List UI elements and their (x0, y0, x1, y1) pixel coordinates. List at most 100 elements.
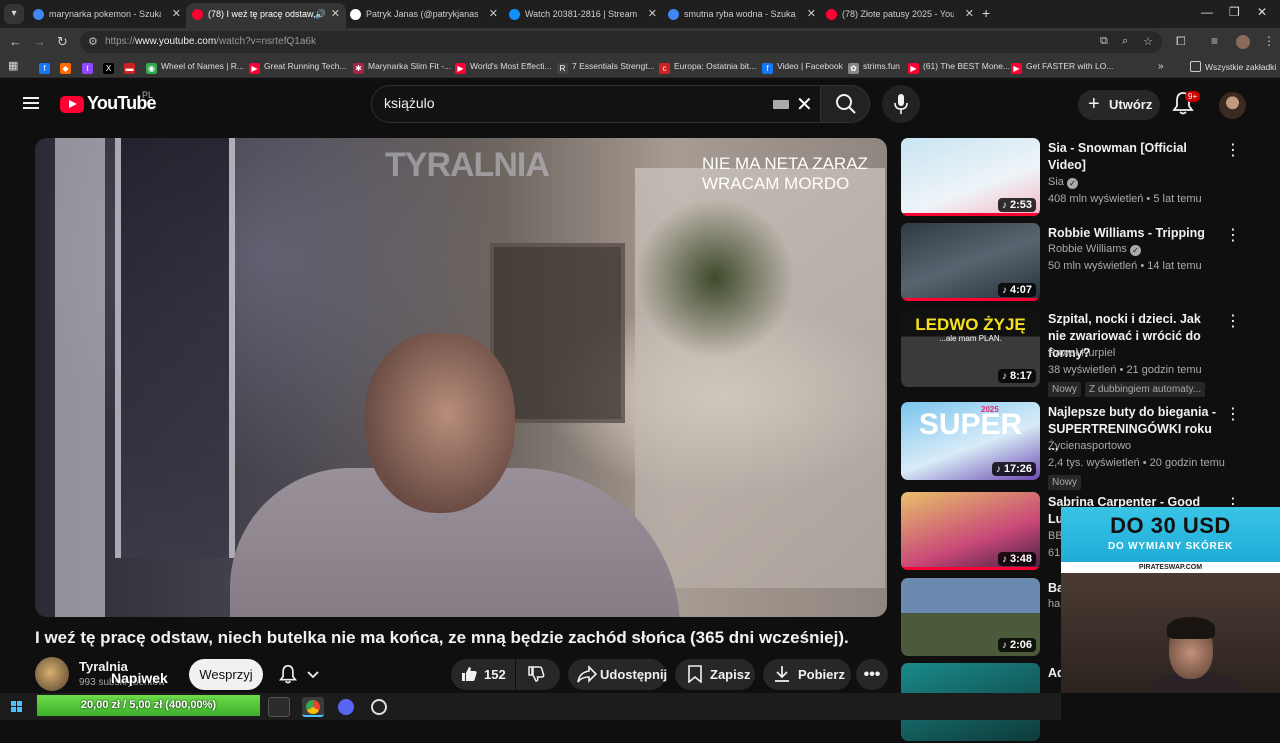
video-thumbnail[interactable]: LEDWO ŻYJĘ ...ale mam PLAN. ♪ 8:17 (901, 309, 1040, 387)
related-video-stats: 2,4 tys. wyświetleń • 20 godzin temu (1048, 457, 1225, 469)
bookmark-item[interactable]: ▬ (124, 61, 139, 74)
bookmark-item[interactable]: t (82, 61, 97, 74)
media-control-icon[interactable]: ≡ (1211, 34, 1218, 48)
related-video-card[interactable]: ♪ 4:07 Robbie Williams - Tripping Robbie Wi… (901, 223, 1280, 303)
subscription-bell-button[interactable] (271, 659, 331, 690)
browser-tab[interactable]: marynarka pokemon - Szukaj w ✕ (27, 3, 187, 28)
browser-tab[interactable]: (78) I weź tę pracę odstaw, 🔊 ✕ (186, 3, 346, 28)
browser-menu-icon[interactable]: ⋮ (1263, 34, 1275, 48)
create-button[interactable]: + Utwórz (1078, 90, 1160, 120)
restore-icon[interactable]: ❐ (1229, 5, 1240, 19)
back-icon[interactable]: ← (9, 34, 22, 49)
more-vertical-icon[interactable]: ⋮ (1225, 140, 1241, 160)
url-text[interactable]: https://www.youtube.com/watch?v=nsrtefQ1… (105, 36, 316, 47)
video-thumbnail[interactable]: ♪ 2:06 (901, 578, 1040, 656)
bookmark-item[interactable]: f Video | Facebook (762, 61, 843, 74)
related-video-card[interactable]: LEDWO ŻYJĘ ...ale mam PLAN. ♪ 8:17 Szpital, … (901, 309, 1280, 397)
bookmark-star-icon[interactable]: ☆ (1143, 35, 1153, 48)
channel-avatar[interactable] (35, 657, 69, 691)
search-input[interactable] (384, 95, 764, 111)
windows-start-icon[interactable] (11, 701, 22, 712)
tab-close-icon[interactable]: ✕ (648, 3, 657, 25)
obs-app-icon[interactable] (368, 697, 390, 717)
reload-icon[interactable]: ↻ (57, 34, 68, 50)
video-thumbnail[interactable]: ♪ 4:07 (901, 223, 1040, 301)
video-player[interactable]: TYRALNIA NIE MA NETA ZARAZ WRACAM MORDO (35, 138, 887, 617)
like-button[interactable]: 152 (451, 659, 515, 690)
bookmark-item[interactable]: ▶ Great Running Tech... (249, 61, 347, 74)
tab-close-icon[interactable]: ✕ (489, 3, 498, 25)
bookmark-item[interactable]: ✱ Marynarka Slim Fit -... (353, 61, 451, 74)
related-video-channel[interactable]: Paweł Kurpiel (1048, 347, 1115, 359)
thumbs-up-icon (462, 667, 477, 681)
install-app-icon[interactable]: ⧉ (1100, 35, 1108, 48)
search-icon (836, 94, 856, 114)
save-button[interactable]: Zapisz (675, 659, 755, 690)
more-bookmarks-icon[interactable]: » (1158, 61, 1164, 72)
keyboard-icon[interactable] (773, 100, 789, 109)
all-bookmarks-folder[interactable]: Wszystkie zakładki (1190, 61, 1276, 72)
tab-search-button[interactable]: ▾ (4, 4, 24, 24)
zoom-icon[interactable]: ⌕ (1122, 35, 1128, 48)
apps-grid-icon[interactable]: ▦ (8, 59, 18, 72)
close-window-icon[interactable]: ✕ (1257, 5, 1267, 19)
related-video-title[interactable]: Sia - Snowman [Official Video] (1048, 140, 1218, 174)
video-thumbnail[interactable]: SUPER 2025 ♪ 17:26 (901, 402, 1040, 480)
tab-close-icon[interactable]: ✕ (172, 3, 181, 25)
more-actions-button[interactable]: ••• (856, 659, 888, 690)
browser-tab[interactable]: (78) Złote patusy 2025 - YouTu ✕ (820, 3, 980, 28)
more-vertical-icon[interactable]: ⋮ (1225, 225, 1241, 245)
account-avatar[interactable] (1219, 92, 1246, 119)
share-button[interactable]: Udostępnij (568, 659, 667, 690)
bookmark-item[interactable]: ◉ Wheel of Names | R... (146, 61, 244, 74)
clear-search-icon[interactable]: ✕ (796, 92, 813, 117)
discord-app-icon[interactable] (335, 697, 357, 717)
tab-audio-icon[interactable]: 🔊 (315, 3, 326, 25)
bookmark-favicon-icon: ◆ (60, 63, 71, 74)
profile-avatar[interactable] (1236, 35, 1250, 49)
video-thumbnail[interactable]: ♪ 2:53 (901, 138, 1040, 216)
related-video-card[interactable]: ♪ 2:53 Sia - Snowman [Official Video] Sia ✓… (901, 138, 1280, 218)
support-button[interactable]: Wesprzyj (189, 659, 263, 690)
extensions-icon[interactable]: ⧠ (1176, 34, 1186, 49)
new-tab-button[interactable]: + (982, 5, 990, 21)
voice-search-button[interactable] (882, 85, 920, 123)
tab-close-icon[interactable]: ✕ (807, 3, 816, 25)
terminal-app-icon[interactable] (268, 697, 290, 717)
bookmarks-bar: ▦ f ◆ t X ▬ ◉ Wheel of Names | R... ▶ Great Runn… (0, 56, 1280, 78)
minimize-icon[interactable]: — (1201, 5, 1213, 19)
more-vertical-icon[interactable]: ⋮ (1225, 311, 1241, 331)
browser-tab[interactable]: Patryk Janas (@patrykjanasoffic ✕ (344, 3, 504, 28)
address-bar[interactable]: ⚙ https://www.youtube.com/watch?v=nsrtef… (80, 31, 1162, 53)
tab-close-icon[interactable]: ✕ (965, 3, 974, 25)
tab-close-icon[interactable]: ✕ (331, 3, 340, 25)
forward-icon[interactable]: → (33, 34, 46, 49)
bookmark-item[interactable]: X (103, 61, 118, 74)
related-video-title[interactable]: Robbie Williams - Tripping (1048, 225, 1218, 242)
bookmark-item[interactable]: ◆ (60, 61, 75, 74)
site-info-icon[interactable]: ⚙ (88, 35, 98, 48)
chrome-app-icon[interactable] (302, 697, 324, 717)
bookmark-item[interactable]: ▶ World's Most Effecti... (455, 61, 552, 74)
search-button[interactable] (820, 85, 870, 123)
menu-hamburger-icon[interactable] (23, 97, 39, 109)
bookmark-item[interactable]: ▶ (61) The BEST Mone... (908, 61, 1010, 74)
related-video-channel[interactable]: Życienasportowo (1048, 440, 1131, 452)
related-video-card[interactable]: SUPER 2025 ♪ 17:26 Najlepsze buty do biegani… (901, 402, 1280, 490)
video-thumbnail[interactable]: ♪ 3:48 (901, 492, 1040, 570)
more-vertical-icon[interactable]: ⋮ (1225, 404, 1241, 424)
tab-favicon-icon (668, 9, 679, 20)
browser-tab[interactable]: smutna ryba wodna - Szukaj w ✕ (662, 3, 822, 28)
dislike-button[interactable] (516, 659, 560, 690)
bookmark-item[interactable]: c Europa: Ostatnia bit... (659, 61, 756, 74)
bookmark-item[interactable]: f (39, 61, 54, 74)
video-overlay-text: NIE MA NETA ZARAZ WRACAM MORDO (702, 154, 868, 194)
bookmark-item[interactable]: ▶ Get FASTER with LO... (1011, 61, 1113, 74)
related-video-channel[interactable]: Robbie Williams ✓ (1048, 243, 1141, 256)
browser-tab[interactable]: Watch 20381-2816 | Streamable ✕ (503, 3, 663, 28)
related-video-channel[interactable]: Sia ✓ (1048, 176, 1078, 189)
download-button[interactable]: Pobierz (763, 659, 851, 690)
bookmark-item[interactable]: R 7 Essentials Strengt... (557, 61, 655, 74)
bookmark-item[interactable]: ✿ strims.fun (848, 61, 900, 74)
scene-plant (635, 198, 795, 358)
